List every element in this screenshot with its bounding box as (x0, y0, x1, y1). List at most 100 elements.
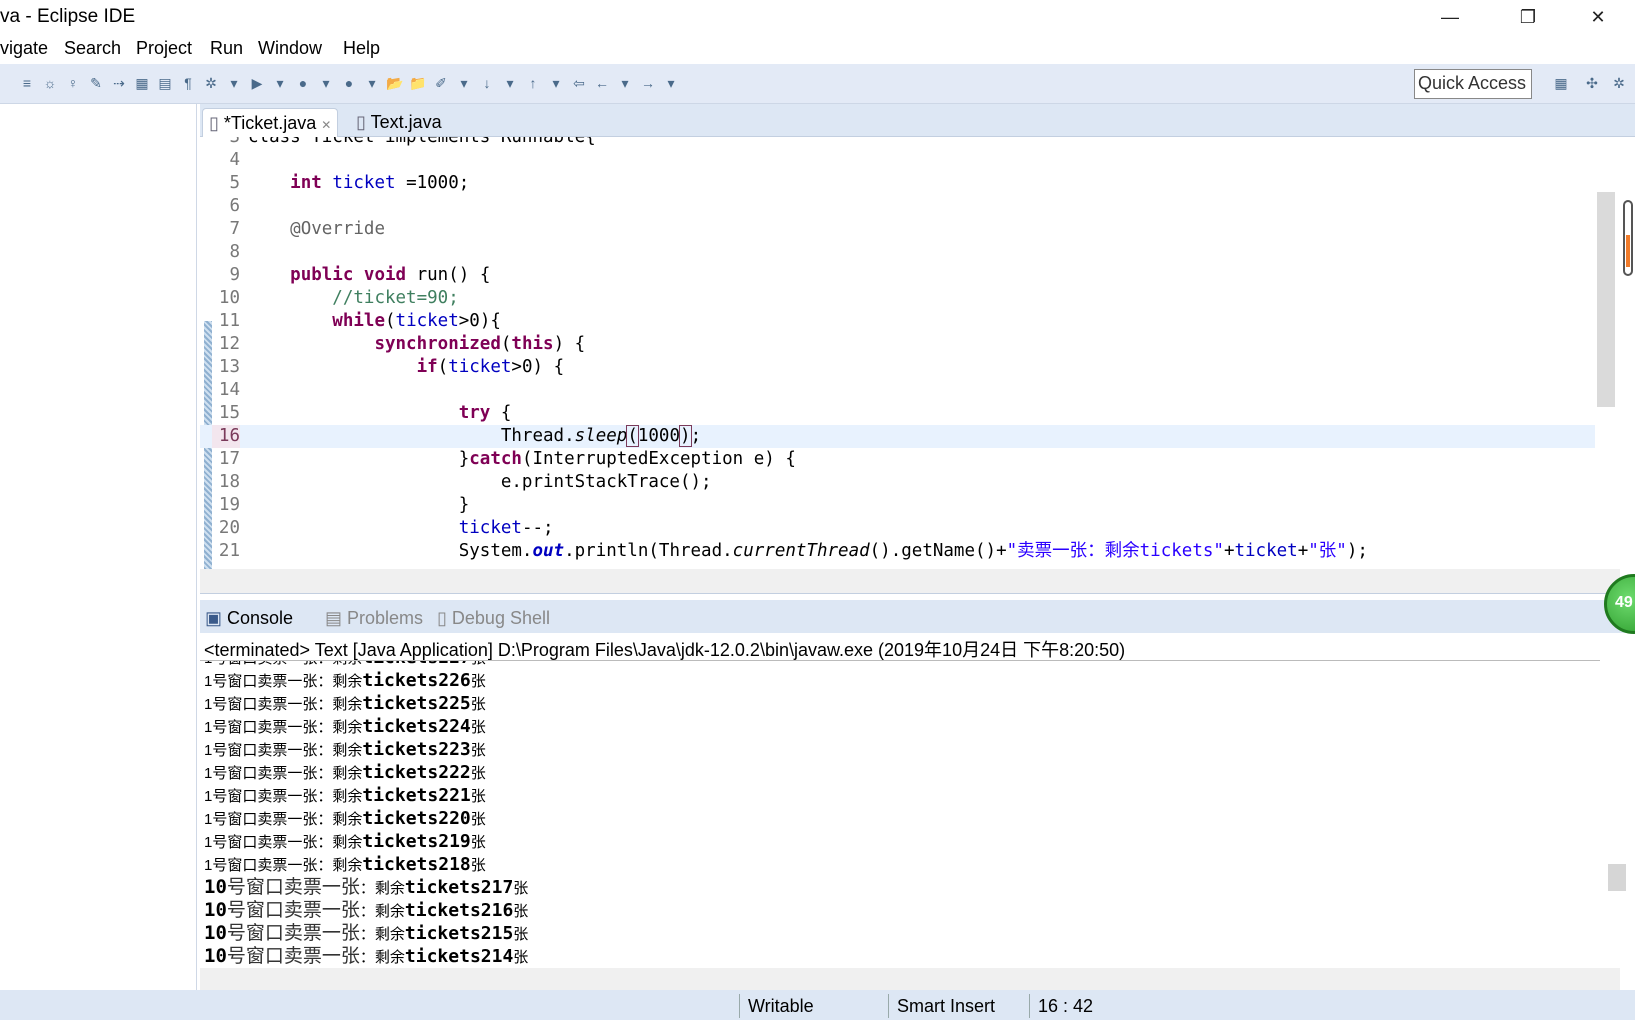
line-number: 20 (218, 518, 240, 538)
debug-dropdown-icon[interactable]: ▾ (225, 74, 243, 92)
open-task-icon[interactable]: 📁 (409, 74, 427, 92)
tab-console[interactable]: ▣ Console (205, 607, 293, 629)
code-text: if(ticket>0) { (248, 356, 565, 379)
forward-dropdown-icon[interactable]: ▾ (662, 74, 680, 92)
quick-access-input[interactable]: Quick Access (1414, 69, 1532, 99)
code-line: 8 (200, 241, 1595, 264)
search-icon[interactable]: ✐ (432, 74, 450, 92)
next-annotation-icon[interactable]: ↓ (478, 74, 496, 92)
tab-label: Text.java (370, 112, 442, 132)
console-scrollbar-thumb[interactable] (1608, 864, 1626, 891)
next-dropdown-icon[interactable]: ▾ (501, 74, 519, 92)
console-who: 号窗口卖票一张： (212, 719, 333, 736)
menu-project[interactable]: Project (136, 38, 192, 59)
code-text: synchronized(this) { (248, 333, 585, 356)
open-perspective-icon[interactable]: ▦ (1552, 74, 1570, 92)
code-token: catch (469, 449, 522, 469)
console-rest: 剩余 (332, 719, 363, 736)
paragraph-icon[interactable]: ¶ (179, 74, 197, 92)
console-tickets: tickets221 (362, 785, 471, 806)
open-type-icon[interactable]: 📂 (386, 74, 404, 92)
console-rest: 剩余 (332, 696, 363, 713)
outline-icon[interactable]: ▦ (133, 74, 151, 92)
tab-debug-shell[interactable]: ▯ Debug Shell (437, 607, 550, 629)
console-tickets: tickets214 (404, 946, 514, 967)
run-dropdown-icon[interactable]: ▾ (271, 74, 289, 92)
code-line: 10 //ticket=90; (200, 287, 1595, 310)
previous-annotation-icon[interactable]: ↑ (524, 74, 542, 92)
console-line: 1号窗口卖票一张：剩余tickets219张 (204, 830, 486, 853)
annotation-icon[interactable]: ♀ (64, 74, 82, 92)
debug-icon[interactable]: ✲ (202, 74, 220, 92)
menu-window[interactable]: Window (258, 38, 322, 59)
code-text: System.out.println(Thread.currentThread(… (248, 540, 1368, 563)
close-tab-icon[interactable]: ✕ (321, 118, 331, 132)
previous-dropdown-icon[interactable]: ▾ (547, 74, 565, 92)
console-line: 1号窗口卖票一张：剩余tickets222张 (204, 761, 486, 784)
menu-search[interactable]: Search (64, 38, 121, 59)
external-tools-icon[interactable]: ● (340, 74, 358, 92)
back-dropdown-icon[interactable]: ▾ (616, 74, 634, 92)
tab-problems[interactable]: ▤ Problems (325, 607, 423, 629)
tab-ticket-java[interactable]: ▯ *Ticket.java ✕ (202, 108, 339, 137)
forward-icon[interactable]: → (639, 74, 657, 92)
coverage-icon[interactable]: ● (294, 74, 312, 92)
search-dropdown-icon[interactable]: ▾ (455, 74, 473, 92)
console-line: 1号窗口卖票一张：剩余tickets225张 (204, 692, 486, 715)
code-token: { (490, 403, 512, 423)
editor-scrollbar-thumb[interactable] (1597, 192, 1615, 407)
menu-run[interactable]: Run (210, 38, 243, 59)
debug-perspective-icon[interactable]: ✲ (1610, 74, 1628, 92)
console-who: 号窗口卖票一张 (226, 922, 360, 944)
menu-help[interactable]: Help (343, 38, 380, 59)
back-icon[interactable]: ← (593, 74, 611, 92)
code-token: 1000 (637, 426, 681, 446)
code-token: Thread. (248, 426, 575, 446)
console-unit: 张 (470, 788, 486, 805)
code-editor[interactable]: 3 class Ticket implements Runnable{4 5 int… (200, 137, 1595, 569)
code-line: 21 System.out.println(Thread.currentThre… (200, 540, 1595, 563)
last-edit-icon[interactable]: ⇦ (570, 74, 588, 92)
console-tickets: tickets227 (362, 661, 470, 668)
line-number: 14 (218, 380, 240, 400)
run-icon[interactable]: ▶ (248, 74, 266, 92)
toggle-icon[interactable]: ☼ (41, 74, 59, 92)
code-token: + (1223, 541, 1235, 561)
code-token: ticket (395, 311, 459, 331)
show-whitespace-icon[interactable]: ▤ (156, 74, 174, 92)
console-tickets: tickets225 (362, 693, 471, 714)
minimize-button[interactable]: — (1427, 0, 1473, 34)
line-number: 3 (229, 137, 240, 147)
editor-horizontal-scrollbar[interactable] (200, 569, 1620, 594)
console-horizontal-scrollbar[interactable] (200, 968, 1620, 990)
external-tools-dropdown-icon[interactable]: ▾ (363, 74, 381, 92)
console-who: 号窗口卖票一张： (212, 696, 333, 713)
tab-text-java[interactable]: ▯ Text.java (350, 108, 448, 137)
block-select-icon[interactable]: ⇢ (110, 74, 128, 92)
code-token: ticket (458, 518, 522, 538)
code-text: e.printStackTrace(); (248, 471, 712, 494)
overview-marker (1626, 235, 1630, 267)
mark-occurrences-icon[interactable]: ✎ (87, 74, 105, 92)
coverage-dropdown-icon[interactable]: ▾ (317, 74, 335, 92)
debug-shell-icon: ▯ (437, 608, 452, 628)
code-token: ticket (1234, 541, 1298, 561)
restore-button[interactable]: ❐ (1505, 0, 1551, 34)
close-button[interactable]: ✕ (1575, 0, 1621, 34)
tab-label: Problems (347, 608, 424, 628)
code-token: } (248, 495, 470, 515)
console-unit: 张 (470, 834, 486, 851)
console-unit: 张 (513, 949, 529, 966)
java-perspective-icon[interactable]: ✣ (1583, 74, 1601, 92)
tab-label: *Ticket.java (223, 113, 317, 133)
console-line: 10号窗口卖票一张：剩余tickets214张 (204, 945, 528, 968)
console-tickets: tickets224 (362, 716, 471, 737)
menu-navigate[interactable]: vigate (0, 38, 48, 59)
code-token: ( (500, 334, 512, 354)
format-icon[interactable]: ≡ (18, 74, 36, 92)
console-output[interactable]: 1号窗口卖票一张：剩余tickets227张1号窗口卖票一张：剩余tickets… (200, 661, 1605, 968)
console-who: 号窗口卖票一张 (226, 876, 360, 898)
